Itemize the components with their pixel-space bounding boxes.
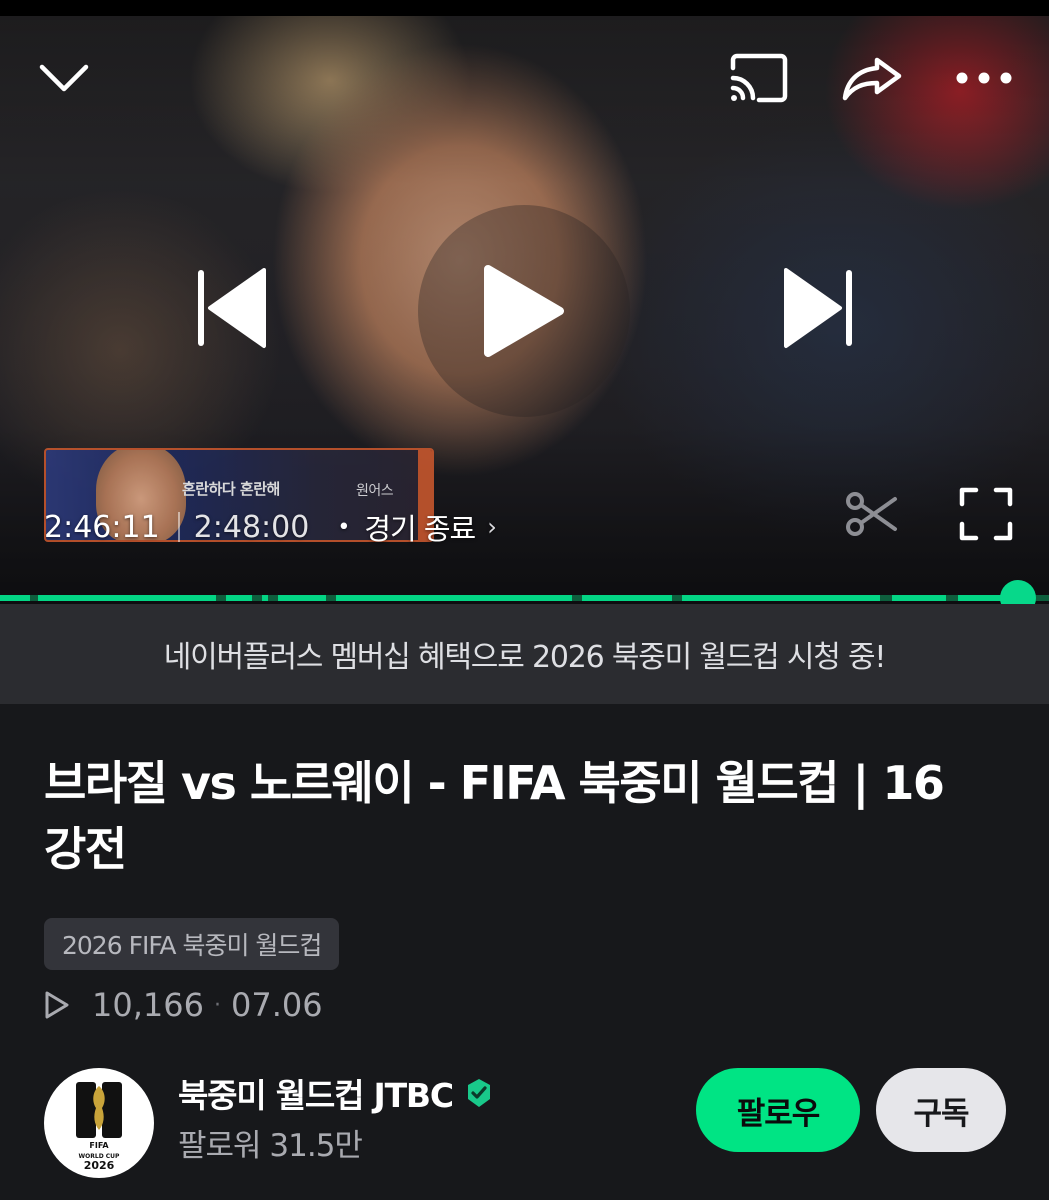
membership-banner: 네이버플러스 멤버십 혜택으로 2026 북중미 월드컵 시청 중! [0, 604, 1049, 704]
time-display: 2:46:11 2:48:00 • 경기 종료 › [44, 506, 497, 548]
time-separator [177, 512, 180, 542]
seek-bar-segment [38, 595, 216, 601]
cast-icon[interactable] [722, 46, 794, 110]
follower-count: 팔로워 31.5만 [178, 1127, 363, 1164]
subscribe-button[interactable]: 구독 [876, 1068, 1006, 1152]
upload-date: 07.06 [230, 986, 323, 1024]
category-tag[interactable]: 2026 FIFA 북중미 월드컵 [44, 918, 340, 970]
preview-caption: 혼란하다 혼란해 [182, 480, 280, 498]
more-horizontal-icon[interactable] [948, 50, 1020, 106]
play-count-icon [44, 982, 74, 1028]
total-time: 2:48:00 [193, 509, 310, 545]
follow-button[interactable]: 팔로우 [696, 1068, 860, 1152]
seek-bar-segment [0, 595, 30, 601]
fullscreen-icon[interactable] [950, 480, 1022, 548]
view-count: 10,166 [92, 986, 204, 1024]
logo-year-text: 2026 [84, 1159, 115, 1172]
skip-previous-icon[interactable] [180, 260, 280, 356]
scissors-icon[interactable] [838, 484, 906, 544]
chevron-down-icon[interactable] [32, 50, 96, 106]
preview-caption-right: 원어스 [356, 483, 394, 499]
chevron-right-icon: › [487, 513, 497, 541]
logo-fifa-text: FIFA [89, 1141, 109, 1150]
match-status-label: 경기 종료 [364, 512, 476, 546]
channel-name: 북중미 월드컵 JTBC [178, 1076, 454, 1115]
share-icon[interactable] [836, 46, 908, 110]
seek-bar[interactable] [0, 580, 1049, 616]
video-player[interactable]: 혼란하다 혼란해 원어스 2:46:11 2:48:00 • 경기 종료 › [0, 0, 1049, 612]
video-title: 브라질 vs 노르웨이 - FIFA 북중미 월드컵 | 16강전 [44, 756, 945, 876]
verified-badge-icon [463, 1077, 495, 1109]
skip-next-icon[interactable] [770, 260, 870, 356]
meta-separator: · [213, 992, 221, 1018]
seek-bar-segment [262, 595, 268, 601]
seek-bar-segment [892, 595, 946, 601]
membership-banner-text: 네이버플러스 멤버십 혜택으로 2026 북중미 월드컵 시청 중! [163, 640, 887, 675]
play-button[interactable] [418, 205, 630, 417]
play-icon [484, 265, 564, 357]
match-status-link[interactable]: 경기 종료 › [364, 506, 497, 548]
channel-avatar[interactable]: FIFA WORLD CUP 2026 [44, 1068, 154, 1178]
seek-bar-segment [682, 595, 880, 601]
seek-bar-segment [336, 595, 572, 601]
seek-bar-segment [278, 595, 326, 601]
channel-name-row[interactable]: 북중미 월드컵 JTBC [178, 1070, 495, 1116]
video-screen: 혼란하다 혼란해 원어스 2:46:11 2:48:00 • 경기 종료 › 네… [0, 0, 1049, 1200]
seek-bar-segment [582, 595, 672, 601]
seek-bar-segment [226, 595, 252, 601]
bullet-dot: • [337, 514, 351, 540]
world-cup-logo: FIFA WORLD CUP 2026 [76, 1082, 122, 1172]
current-time: 2:46:11 [44, 509, 160, 545]
video-meta: 10,166 · 07.06 [44, 982, 323, 1028]
